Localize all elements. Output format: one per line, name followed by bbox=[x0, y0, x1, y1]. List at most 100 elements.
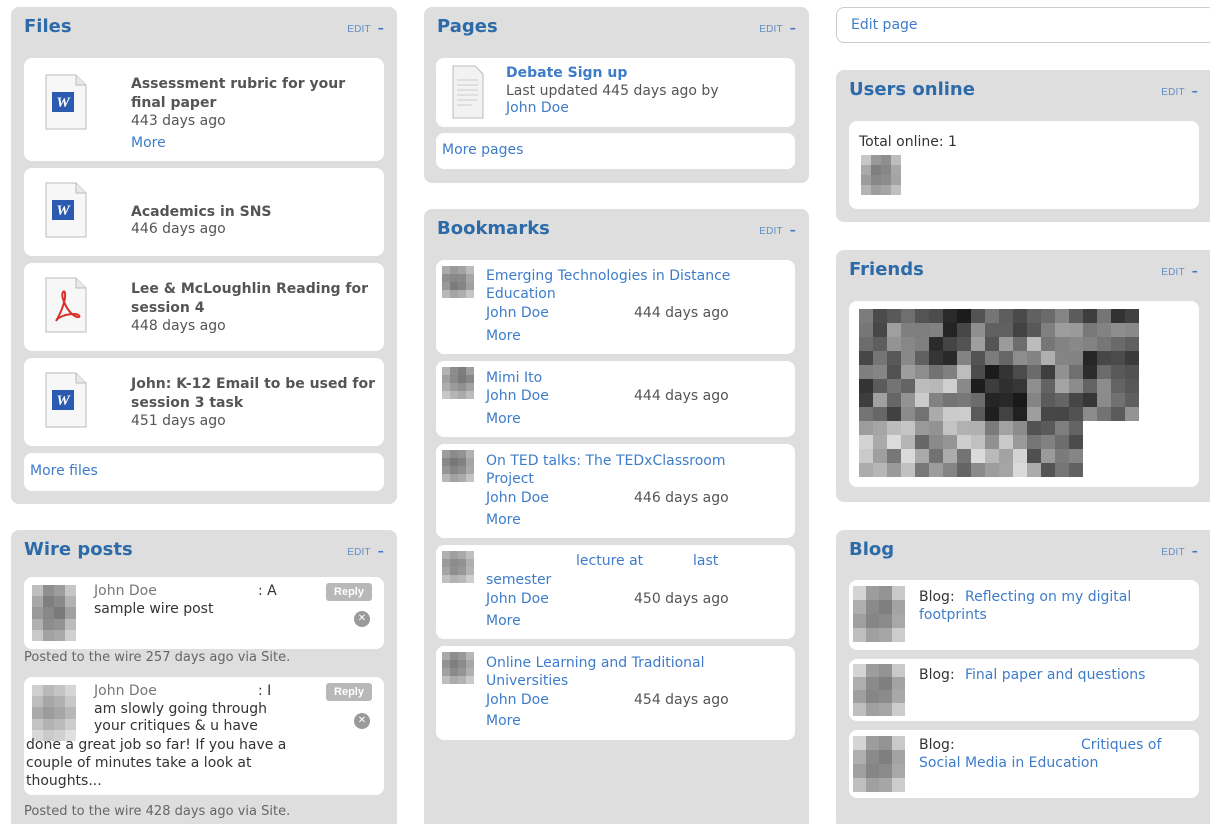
reply-button[interactable]: Reply bbox=[326, 583, 372, 601]
bookmark-title-link[interactable]: Project bbox=[486, 470, 786, 488]
svg-text:W: W bbox=[56, 95, 71, 111]
wire-footer: Posted to the wire 257 days ago via Site… bbox=[24, 650, 291, 665]
blog-item: Blog: Reflecting on my digital footprint… bbox=[849, 580, 1199, 650]
bookmark-item: Mimi Ito John Doe 444 days ago More bbox=[436, 361, 795, 437]
collapse-icon[interactable]: – bbox=[790, 21, 796, 35]
bookmark-author-link[interactable]: John Doe bbox=[486, 305, 549, 321]
blog-post-link[interactable]: Reflecting on my digital bbox=[965, 589, 1131, 605]
page-item[interactable]: Debate Sign up Last updated 445 days ago… bbox=[436, 58, 795, 127]
collapse-icon[interactable]: – bbox=[378, 544, 384, 558]
svg-text:W: W bbox=[56, 393, 71, 409]
friend-avatar[interactable] bbox=[1083, 309, 1139, 365]
collapse-icon[interactable]: – bbox=[1192, 84, 1198, 98]
pages-title: Pages bbox=[437, 16, 498, 37]
users-online-panel: Total online: 1 bbox=[849, 121, 1199, 209]
friends-avatar-grid bbox=[859, 309, 1143, 479]
file-item[interactable]: W Assessment rubric for your final paper… bbox=[24, 58, 384, 161]
bookmark-more-link[interactable]: More bbox=[486, 411, 521, 427]
files-edit-button[interactable]: EDIT – bbox=[347, 21, 384, 35]
blog-item: Blog: Critiques of Social Media in Educa… bbox=[849, 730, 1199, 798]
friend-avatar[interactable] bbox=[915, 421, 971, 477]
edit-page-button[interactable]: Edit page bbox=[836, 7, 1210, 43]
collapse-icon[interactable]: – bbox=[378, 21, 384, 35]
page-author-link[interactable]: John Doe bbox=[506, 100, 569, 116]
pages-edit-button[interactable]: EDIT – bbox=[759, 21, 796, 35]
friend-avatar[interactable] bbox=[859, 421, 915, 477]
users-edit-button[interactable]: EDIT – bbox=[1161, 84, 1198, 98]
blog-post-link[interactable]: Social Media in Education bbox=[919, 755, 1098, 771]
avatar bbox=[32, 585, 76, 641]
friend-avatar[interactable] bbox=[915, 365, 971, 421]
bookmarks-header: Bookmarks EDIT – bbox=[424, 209, 809, 251]
wire-text: thoughts... bbox=[26, 773, 102, 789]
wire-author[interactable]: John Doe bbox=[94, 583, 157, 599]
file-item[interactable]: W Academics in SNS 446 days ago bbox=[24, 168, 384, 256]
bookmark-author-link[interactable]: John Doe bbox=[486, 490, 549, 506]
bookmarks-edit-button[interactable]: EDIT – bbox=[759, 223, 796, 237]
delete-icon[interactable]: ✕ bbox=[354, 611, 370, 627]
file-item[interactable]: W John: K-12 Email to be used for sessio… bbox=[24, 358, 384, 446]
friend-avatar[interactable] bbox=[1027, 365, 1083, 421]
blog-post-link[interactable]: footprints bbox=[919, 607, 987, 623]
friend-avatar[interactable] bbox=[971, 421, 1027, 477]
friend-avatar[interactable] bbox=[915, 309, 971, 365]
wire-text: am slowly going through bbox=[94, 701, 268, 717]
bookmark-title-link[interactable]: Mimi Ito bbox=[486, 369, 786, 387]
wire-header: Wire posts EDIT – bbox=[11, 530, 397, 572]
blog-edit-button[interactable]: EDIT – bbox=[1161, 544, 1198, 558]
avatar[interactable] bbox=[861, 155, 901, 195]
wire-author[interactable]: John Doe bbox=[94, 683, 157, 699]
wire-post: John Doe : I am slowly going through you… bbox=[24, 677, 384, 795]
bookmark-more-link[interactable]: More bbox=[486, 328, 521, 344]
friend-avatar[interactable] bbox=[1083, 365, 1139, 421]
files-header: Files EDIT – bbox=[11, 7, 397, 49]
friend-avatar[interactable] bbox=[859, 309, 915, 365]
more-pages-link[interactable]: More pages bbox=[442, 142, 523, 158]
reply-button[interactable]: Reply bbox=[326, 683, 372, 701]
page-title-link[interactable]: Debate Sign up bbox=[506, 65, 627, 81]
bookmark-author-link[interactable]: John Doe bbox=[486, 591, 549, 607]
bookmark-author-link[interactable]: John Doe bbox=[486, 692, 549, 708]
collapse-icon[interactable]: – bbox=[1192, 264, 1198, 278]
bookmark-item: Online Learning and Traditional Universi… bbox=[436, 646, 795, 740]
bookmark-title-link[interactable]: last bbox=[693, 553, 718, 569]
pages-header: Pages EDIT – bbox=[424, 7, 809, 49]
bookmark-author-link[interactable]: John Doe bbox=[486, 388, 549, 404]
bookmark-title-link[interactable]: On TED talks: The TEDxClassroom bbox=[486, 452, 786, 470]
bookmark-more-link[interactable]: More bbox=[486, 512, 521, 528]
bookmark-title-link[interactable]: Online Learning and Traditional bbox=[486, 654, 786, 672]
file-title[interactable]: John: K-12 Email to be used for session … bbox=[131, 375, 381, 413]
file-more-link[interactable]: More bbox=[131, 135, 166, 151]
friend-avatar[interactable] bbox=[971, 309, 1027, 365]
collapse-icon[interactable]: – bbox=[1192, 544, 1198, 558]
friend-avatar[interactable] bbox=[1027, 309, 1083, 365]
friend-avatar[interactable] bbox=[859, 365, 915, 421]
collapse-icon[interactable]: – bbox=[790, 223, 796, 237]
file-item[interactable]: Lee & McLoughlin Reading for session 4 4… bbox=[24, 263, 384, 351]
bookmark-more-link[interactable]: More bbox=[486, 713, 521, 729]
friends-edit-button[interactable]: EDIT – bbox=[1161, 264, 1198, 278]
friend-avatar[interactable] bbox=[1027, 421, 1083, 477]
bookmark-more-link[interactable]: More bbox=[486, 613, 521, 629]
bookmark-date: 446 days ago bbox=[634, 490, 729, 506]
file-title[interactable]: Lee & McLoughlin Reading for session 4 bbox=[131, 280, 381, 318]
page-document-icon bbox=[452, 65, 484, 119]
bookmark-title-link[interactable]: Education bbox=[486, 285, 786, 303]
pages-widget: Pages EDIT – Debate Sign up Last updated … bbox=[424, 7, 809, 183]
avatar bbox=[853, 664, 905, 716]
more-files-link[interactable]: More files bbox=[30, 463, 98, 479]
wire-edit-button[interactable]: EDIT – bbox=[347, 544, 384, 558]
blog-post-link[interactable]: Critiques of bbox=[1081, 737, 1161, 753]
friend-avatar[interactable] bbox=[971, 365, 1027, 421]
wire-text: done a great job so far! If you have a bbox=[26, 737, 287, 753]
bookmark-title-link[interactable]: Universities bbox=[486, 672, 786, 690]
bookmark-title-link[interactable]: Emerging Technologies in Distance bbox=[486, 267, 786, 285]
file-title[interactable]: Assessment rubric for your final paper bbox=[131, 75, 381, 113]
file-title[interactable]: Academics in SNS bbox=[131, 203, 381, 222]
avatar bbox=[32, 685, 76, 741]
bookmark-title-link[interactable]: lecture at bbox=[576, 553, 643, 569]
bookmark-title-link[interactable]: semester bbox=[486, 571, 786, 589]
blog-post-link[interactable]: Final paper and questions bbox=[965, 667, 1145, 683]
delete-icon[interactable]: ✕ bbox=[354, 713, 370, 729]
blog-widget: Blog EDIT – Blog: Reflecting on my digita… bbox=[836, 530, 1210, 824]
